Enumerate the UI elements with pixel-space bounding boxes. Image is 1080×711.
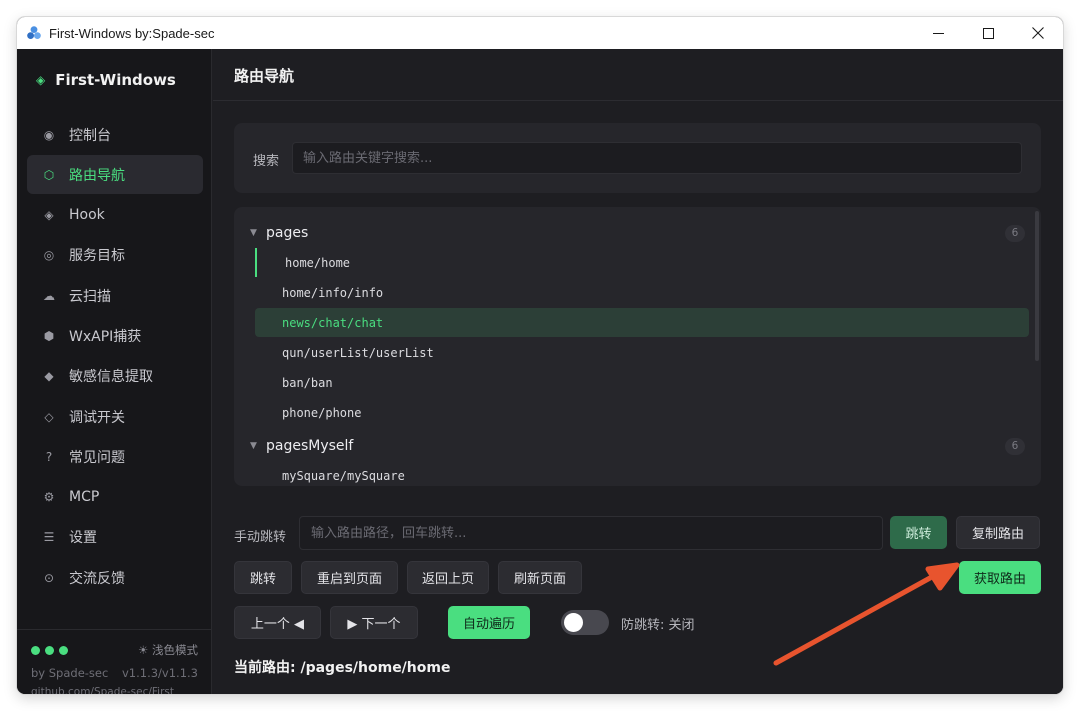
app-window: First-Windows by:Spade-sec ◈ First-Windo… bbox=[17, 17, 1063, 694]
status-dot bbox=[31, 646, 40, 655]
author-label: by Spade-sec bbox=[31, 666, 109, 680]
anti-jump-toggle[interactable] bbox=[561, 610, 609, 635]
route-item[interactable]: qun/userList/userList bbox=[255, 338, 1029, 367]
route-item[interactable]: ban/ban bbox=[255, 368, 1029, 397]
route-item[interactable]: mySquare/mySquare bbox=[255, 461, 1029, 486]
status-dot bbox=[59, 646, 68, 655]
route-group-name: pagesMyself bbox=[266, 438, 354, 454]
route-item[interactable]: home/home bbox=[255, 248, 1029, 277]
route-tree: ▼ pages 6 home/home home/info/info news/chat/… bbox=[234, 207, 1041, 486]
gear-icon: ⚙ bbox=[43, 490, 55, 505]
maximize-button[interactable] bbox=[963, 17, 1013, 49]
route-group-header[interactable]: ▼ pagesMyself 6 bbox=[234, 431, 1041, 461]
relaunch-button[interactable]: 重启到页面 bbox=[301, 561, 398, 594]
sidebar-nav: ◉ 控制台 ⬡ 路由导航 ◈ Hook ◎ 服务目标 ☁ 云扫描 ⬢ WxAPI捕获 ◆ 敏感信息提取 ◇ 调… bbox=[27, 115, 203, 599]
auto-traverse-button[interactable]: 自动遍历 bbox=[448, 606, 530, 639]
sidebar-item-label: 设置 bbox=[69, 530, 97, 547]
small-diamond-outline-icon: ◇ bbox=[44, 409, 54, 424]
sidebar-item-0[interactable]: ◉ 控制台 bbox=[27, 115, 203, 154]
prev-button[interactable]: 上一个 ◀ bbox=[234, 606, 321, 639]
brand: ◈ First-Windows bbox=[36, 71, 176, 89]
current-route: 当前路由: /pages/home/home bbox=[234, 660, 451, 676]
search-card: 搜索 bbox=[234, 123, 1041, 193]
version-label: v1.1.3/v1.1.3 bbox=[121, 666, 198, 680]
copy-route-button[interactable]: 复制路由 bbox=[956, 516, 1040, 549]
main-panel: 路由导航 搜索 ▼ pages 6 home/homehome/info/infone… bbox=[213, 49, 1063, 694]
sidebar-item-label: WxAPI捕获 bbox=[69, 328, 142, 345]
caret-down-icon: ▼ bbox=[250, 441, 257, 451]
sidebar-item-label: 调试开关 bbox=[69, 409, 125, 426]
route-group-header[interactable]: ▼ pages 6 bbox=[234, 218, 1041, 248]
sidebar-item-7[interactable]: ◇ 调试开关 bbox=[27, 397, 203, 436]
route-item[interactable]: phone/phone bbox=[255, 398, 1029, 427]
status-dots bbox=[31, 646, 68, 655]
hexagon-filled-icon: ⬢ bbox=[43, 328, 55, 343]
manual-jump-button[interactable]: 跳转 bbox=[890, 516, 947, 549]
hexagon-icon: ⬡ bbox=[43, 167, 55, 182]
sidebar-item-9[interactable]: ⚙ MCP bbox=[27, 478, 203, 517]
route-count-badge: 6 bbox=[1005, 437, 1025, 455]
dashboard-icon: ◉ bbox=[43, 127, 55, 142]
menu-icon: ☰ bbox=[43, 530, 55, 545]
page-title: 路由导航 bbox=[234, 67, 295, 85]
sidebar: ◈ First-Windows ◉ 控制台 ⬡ 路由导航 ◈ Hook ◎ 服务目标 ☁ 云扫描 ⬢… bbox=[17, 49, 212, 694]
route-item[interactable]: news/chat/chat bbox=[255, 308, 1029, 337]
sidebar-item-label: 云扫描 bbox=[69, 288, 111, 305]
sidebar-item-1[interactable]: ⬡ 路由导航 bbox=[27, 155, 203, 195]
close-button[interactable] bbox=[1013, 17, 1063, 49]
sidebar-item-label: 路由导航 bbox=[69, 167, 125, 184]
window-controls bbox=[913, 17, 1063, 49]
small-diamond-icon: ◆ bbox=[44, 369, 54, 384]
get-routes-button[interactable]: 获取路由 bbox=[959, 561, 1041, 594]
title-bar: First-Windows by:Spade-sec bbox=[17, 17, 1063, 49]
sidebar-item-8[interactable]: ? 常见问题 bbox=[27, 437, 203, 476]
main-header: 路由导航 bbox=[213, 49, 1063, 101]
sidebar-item-label: MCP bbox=[69, 489, 100, 506]
sidebar-item-11[interactable]: ⊙ 交流反馈 bbox=[27, 558, 203, 597]
close-icon bbox=[1032, 27, 1044, 39]
search-input[interactable] bbox=[292, 142, 1022, 174]
sidebar-item-3[interactable]: ◎ 服务目标 bbox=[27, 236, 203, 275]
cloud-icon: ☁ bbox=[43, 288, 55, 303]
next-button[interactable]: ▶ 下一个 bbox=[330, 606, 418, 639]
manual-jump-input[interactable] bbox=[299, 516, 883, 550]
search-label: 搜索 bbox=[253, 154, 280, 169]
minimize-button[interactable] bbox=[913, 17, 963, 49]
sidebar-item-label: 敏感信息提取 bbox=[69, 369, 153, 386]
sidebar-footer: ☀ 浅色模式 by Spade-sec v1.1.3/v1.1.3 github… bbox=[17, 629, 212, 694]
sidebar-item-4[interactable]: ☁ 云扫描 bbox=[27, 276, 203, 315]
status-dot bbox=[45, 646, 54, 655]
sidebar-item-label: 常见问题 bbox=[69, 449, 125, 466]
route-item[interactable]: home/info/info bbox=[255, 278, 1029, 307]
app-logo-icon bbox=[27, 26, 41, 39]
route-group-name: pages bbox=[266, 225, 309, 241]
toggle-knob bbox=[564, 613, 583, 632]
diamond-icon: ◈ bbox=[44, 208, 54, 223]
minimize-icon bbox=[932, 32, 944, 34]
sidebar-item-10[interactable]: ☰ 设置 bbox=[27, 518, 203, 557]
brand-name: First-Windows bbox=[55, 71, 176, 89]
caret-down-icon: ▼ bbox=[250, 228, 257, 238]
question-icon: ? bbox=[45, 449, 53, 464]
brand-diamond-icon: ◈ bbox=[36, 73, 46, 87]
circle-dot-icon: ⊙ bbox=[43, 570, 55, 585]
back-button[interactable]: 返回上页 bbox=[407, 561, 489, 594]
github-link[interactable]: github.com/Spade-sec/First bbox=[31, 686, 174, 694]
sidebar-item-label: 服务目标 bbox=[69, 248, 125, 265]
refresh-button[interactable]: 刷新页面 bbox=[498, 561, 582, 594]
window-title: First-Windows by:Spade-sec bbox=[49, 25, 215, 41]
sidebar-item-2[interactable]: ◈ Hook bbox=[27, 196, 203, 235]
target-icon: ◎ bbox=[43, 248, 55, 263]
sidebar-item-label: Hook bbox=[69, 207, 105, 224]
sidebar-item-6[interactable]: ◆ 敏感信息提取 bbox=[27, 357, 203, 396]
theme-toggle[interactable]: ☀ 浅色模式 bbox=[138, 642, 198, 658]
anti-jump-label: 防跳转: 关闭 bbox=[621, 618, 695, 633]
manual-jump-label: 手动跳转 bbox=[234, 530, 287, 545]
maximize-icon bbox=[982, 27, 994, 39]
jump-button[interactable]: 跳转 bbox=[234, 561, 292, 594]
sidebar-item-label: 控制台 bbox=[69, 127, 111, 144]
route-count-badge: 6 bbox=[1005, 224, 1025, 242]
sidebar-item-label: 交流反馈 bbox=[69, 570, 125, 587]
sidebar-item-5[interactable]: ⬢ WxAPI捕获 bbox=[27, 316, 203, 355]
